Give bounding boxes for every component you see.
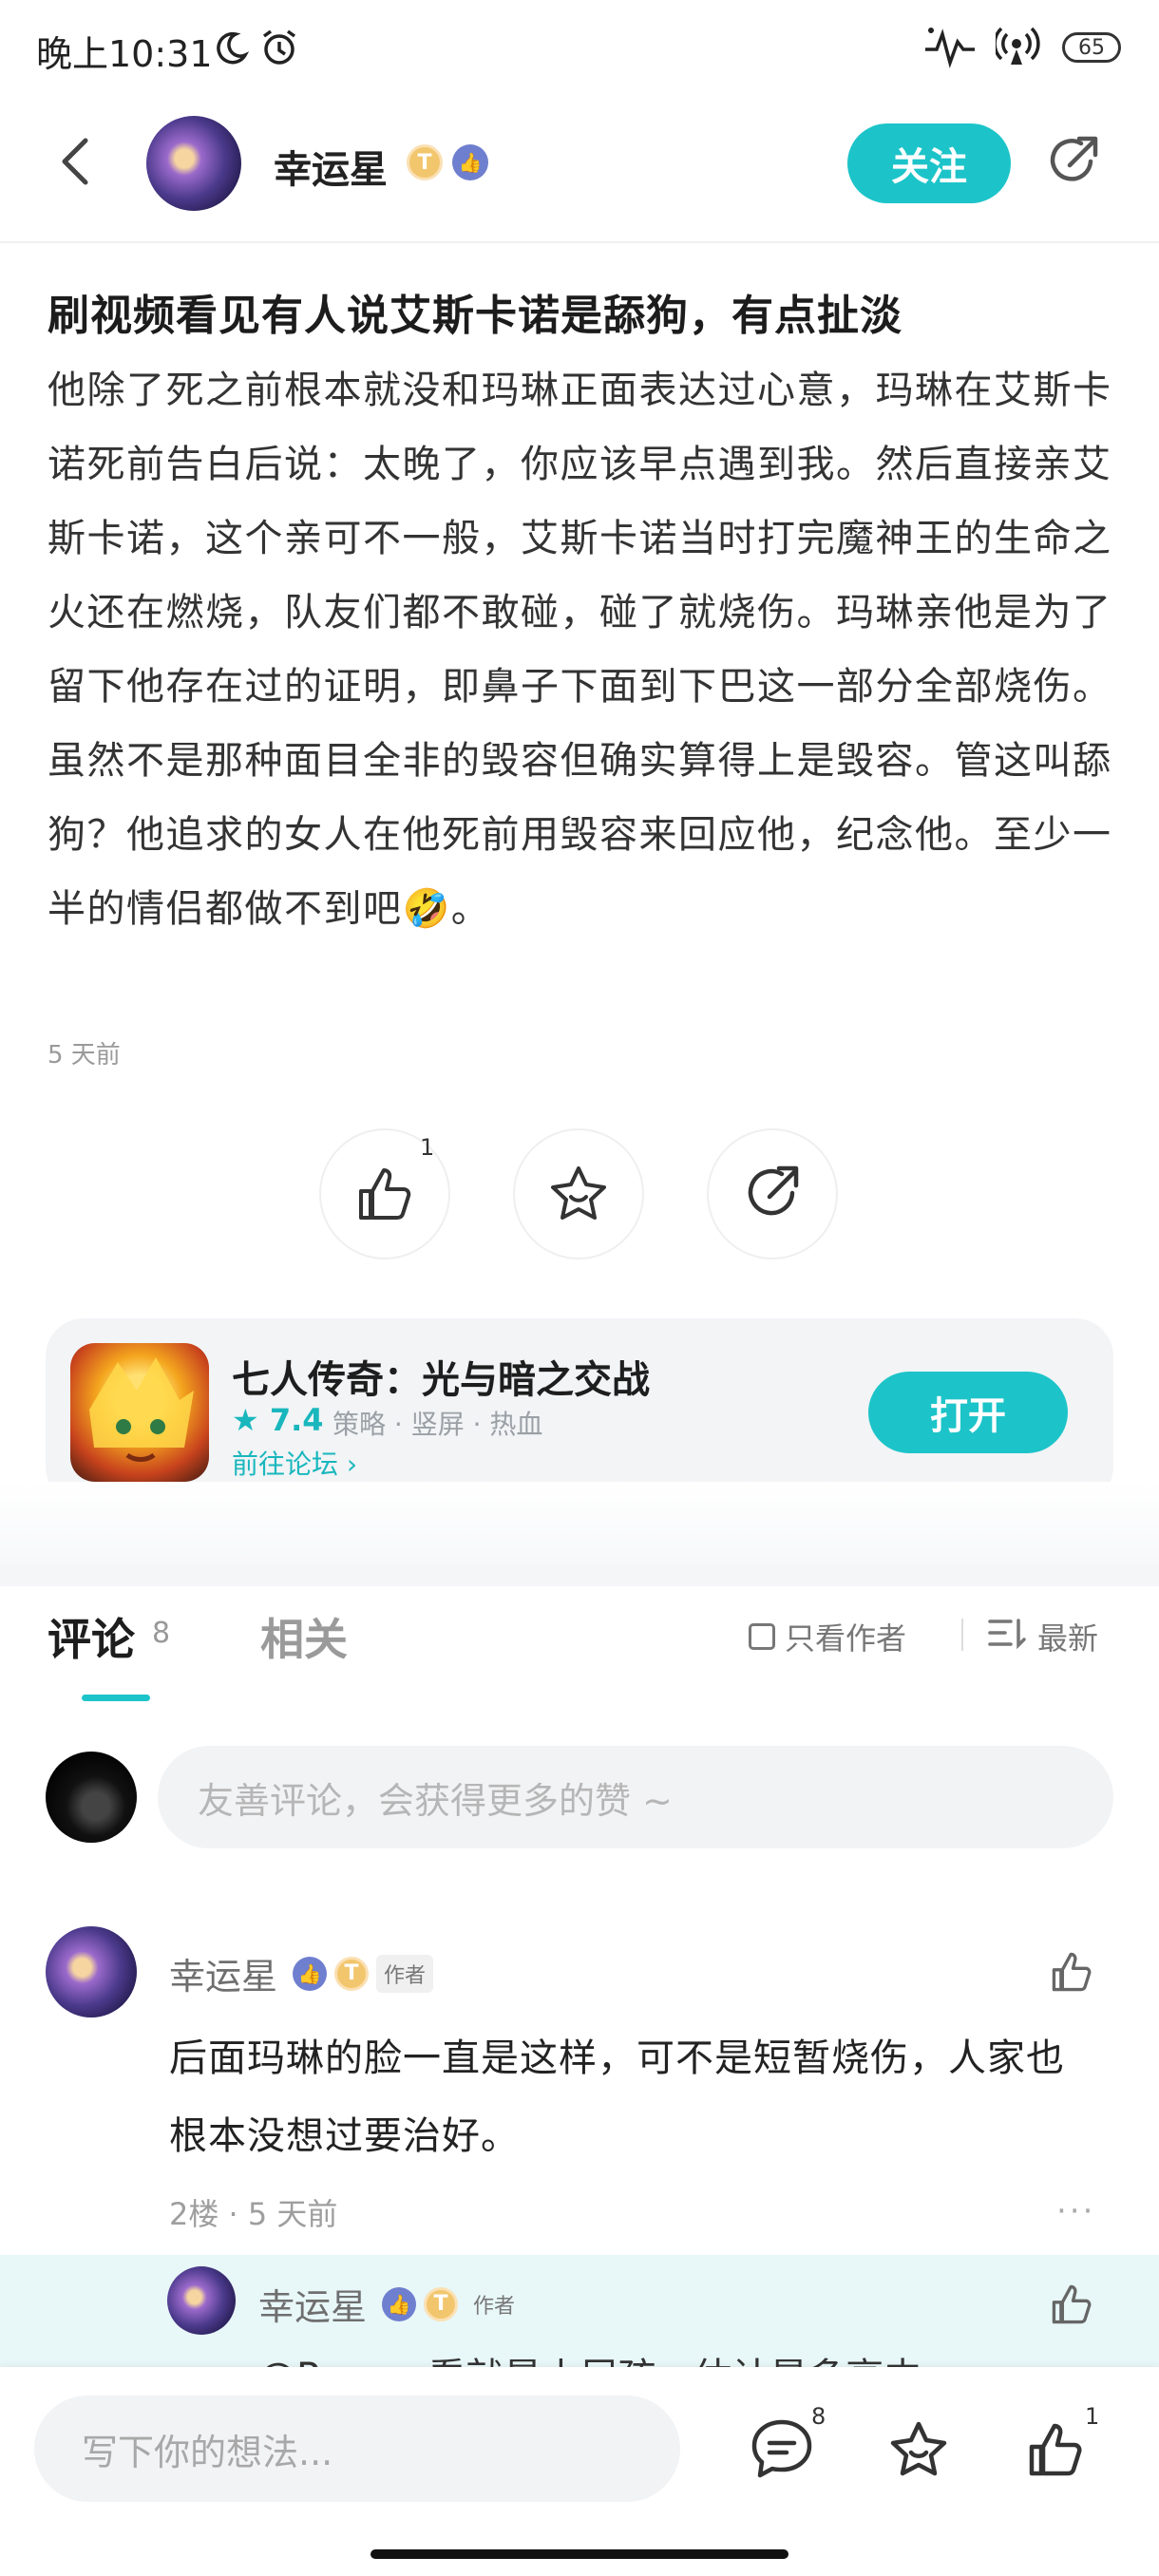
forum-link[interactable]: 前往论坛 › (232, 1444, 357, 1482)
post-body: 他除了死之前根本就没和玛琳正面表达过心意，玛琳在艾斯卡诺死前告白后说：太晚了，你… (48, 369, 1112, 931)
alarm-icon (258, 27, 300, 72)
bottom-comment-input[interactable]: 写下你的想法... (34, 2396, 680, 2502)
like-icon[interactable] (1022, 2416, 1089, 2487)
favorite-button[interactable] (513, 1128, 644, 1260)
rating-value: 7.4 (269, 1402, 324, 1438)
active-tab-indicator (82, 1695, 150, 1701)
author-only-toggle[interactable]: 只看作者 (749, 1615, 906, 1658)
tab-related[interactable]: 相关 (260, 1605, 348, 1668)
author-tag: 作者 (473, 2294, 516, 2319)
reply-header: 幸运星 👍 T 作者 (258, 2278, 522, 2330)
tab-divider (961, 1619, 963, 1651)
more-options-icon[interactable]: ··· (1056, 2192, 1095, 2230)
comment-avatar[interactable] (46, 1926, 137, 2017)
back-button[interactable] (55, 133, 97, 190)
thumb-badge-icon: 👍 (382, 2286, 417, 2321)
game-tags: 策略 · 竖屏 · 热血 (332, 1409, 543, 1440)
bottom-comment-count: 8 (811, 2403, 826, 2430)
status-time: 晚上10:31 (36, 33, 213, 75)
author-name[interactable]: 幸运星 (274, 139, 388, 194)
activity-icon (923, 23, 977, 72)
sort-icon (988, 1617, 1026, 1657)
open-game-button[interactable]: 打开 (868, 1372, 1068, 1453)
battery-indicator: 65 (1062, 32, 1121, 63)
comment-input[interactable]: 友善评论，会获得更多的赞 ~ (158, 1746, 1113, 1848)
reply-like-icon[interactable] (1047, 2280, 1096, 2333)
share-button[interactable] (707, 1128, 838, 1260)
section-gap (0, 1563, 1159, 1586)
author-avatar[interactable] (146, 116, 241, 211)
tab-comments[interactable]: 评论 (48, 1605, 135, 1668)
level-badge: T (407, 144, 443, 180)
reply-avatar[interactable] (167, 2266, 236, 2335)
my-avatar[interactable] (46, 1752, 137, 1843)
comment-header: 幸运星 👍 T 作者 (169, 1947, 434, 1999)
level-badge: T (424, 2286, 459, 2321)
author-tag: 作者 (376, 1954, 434, 1993)
bottom-like-count: 1 (1085, 2403, 1100, 2430)
thumb-badge-icon: 👍 (293, 1956, 328, 1991)
author-only-label: 只看作者 (785, 1620, 907, 1657)
post-time: 5 天前 (48, 1041, 121, 1070)
post-title: 刷视频看见有人说艾斯卡诺是舔狗，有点扯淡 (48, 292, 902, 340)
moon-icon (211, 28, 250, 70)
game-rating: ★ 7.4 (232, 1402, 324, 1438)
hotspot-icon (993, 23, 1043, 72)
header-divider (0, 241, 1159, 243)
section-fade (0, 1482, 1159, 1563)
game-title[interactable]: 七人传奇：光与暗之交战 (232, 1349, 650, 1404)
comments-icon[interactable] (749, 2416, 815, 2487)
level-badge: T (334, 1956, 370, 1991)
sort-label: 最新 (1037, 1620, 1099, 1657)
comments-count: 8 (152, 1617, 171, 1650)
sort-button[interactable]: 最新 (988, 1615, 1098, 1658)
forum-link-label: 前往论坛 (232, 1449, 339, 1480)
thumb-badge-icon: 👍 (452, 144, 488, 180)
follow-button[interactable]: 关注 (847, 123, 1011, 203)
comment-text: 后面玛琳的脸一直是这样，可不是短暂烧伤，人家也根本没想过要治好。 (169, 2036, 1065, 2158)
reply-author[interactable]: 幸运星 (258, 2278, 367, 2330)
comment-meta: 2楼 · 5 天前 (169, 2196, 338, 2232)
author-only-checkbox[interactable] (749, 1623, 775, 1650)
home-indicator[interactable] (370, 2549, 788, 2559)
comment-author[interactable]: 幸运星 (169, 1947, 277, 1999)
status-icons: 65 (923, 23, 1121, 72)
comment-like-icon[interactable] (1047, 1947, 1096, 2000)
like-count: 1 (420, 1134, 435, 1161)
favorite-icon[interactable] (885, 2416, 952, 2487)
game-icon[interactable] (70, 1343, 209, 1482)
share-icon[interactable] (1043, 133, 1102, 192)
